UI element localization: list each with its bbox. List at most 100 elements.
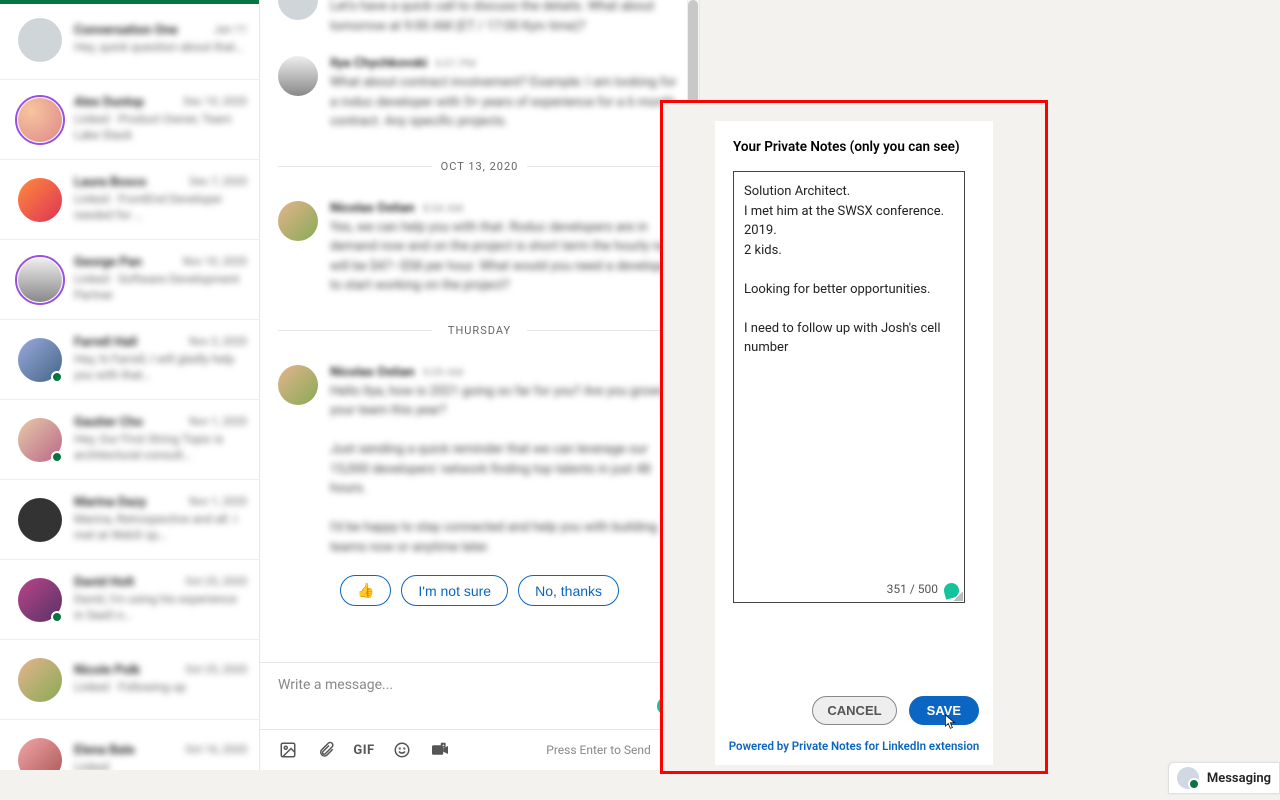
conversation-date: Dec 10, 2020 bbox=[183, 95, 247, 110]
messaging-app: Conversation One Jan 11 Hey, quick questi… bbox=[0, 0, 700, 770]
presence-indicator bbox=[51, 611, 63, 623]
annotation-highlight-border: Your Private Notes (only you can see) 35… bbox=[660, 100, 1048, 774]
conversation-name: Farrell Hall bbox=[74, 335, 137, 350]
svg-text:+: + bbox=[442, 744, 445, 749]
private-notes-box: 351 / 500 bbox=[733, 171, 965, 603]
message-text: Yes, we can help you with that. Roduc de… bbox=[330, 218, 681, 296]
conversation-main: Participant5:44 PM Let's have a quick ca… bbox=[260, 0, 699, 770]
cancel-button[interactable]: CANCEL bbox=[812, 696, 896, 725]
character-counter: 351 / 500 bbox=[887, 582, 938, 596]
conversation-preview: Hey, hi Farrell, I will gladly help you … bbox=[74, 352, 247, 383]
conversation-item[interactable]: Farrell Hall Nov 3, 2020 Hey, hi Farrell,… bbox=[0, 320, 259, 400]
message: Nicolas Ostian 9:09 AM Hello Ilya, how is… bbox=[260, 355, 699, 568]
message-text: Hello Ilya, how is 2021 going so far for… bbox=[330, 382, 681, 558]
conversation-preview: Hey, Our First String Topic is architect… bbox=[74, 432, 247, 463]
powered-by-link[interactable]: Powered by Private Notes for LinkedIn ex… bbox=[715, 739, 993, 753]
conversation-date: Nov 10, 2020 bbox=[183, 255, 247, 270]
messaging-label: Messaging bbox=[1207, 771, 1271, 786]
message: Nicolas Ostian 8:04 AM Yes, we can help y… bbox=[260, 191, 699, 306]
quick-reply-thumbs-up[interactable]: 👍 bbox=[340, 575, 391, 606]
conversation-preview: Hey, quick question about that… bbox=[74, 40, 247, 56]
private-notes-panel: Your Private Notes (only you can see) 35… bbox=[715, 121, 993, 765]
conversation-item[interactable]: Elena Bale Oct 16, 2020 Linked bbox=[0, 720, 259, 770]
conversation-item[interactable]: Nicole Polk Oct 25, 2020 Linked · Followi… bbox=[0, 640, 259, 720]
conversation-item[interactable]: Conversation One Jan 11 Hey, quick questi… bbox=[0, 0, 259, 80]
message-sender: Nicolas Ostian bbox=[330, 201, 415, 216]
message-time: 9:09 AM bbox=[423, 366, 464, 379]
conversation-preview: David, I'm using his experience in SaaS … bbox=[74, 592, 247, 623]
conversation-preview: Linked · Following up bbox=[74, 680, 247, 696]
avatar bbox=[18, 98, 62, 142]
conversation-name: David Holt bbox=[74, 575, 134, 590]
compose-area: Write a message... ︿ G GIF + Press Enter… bbox=[260, 662, 699, 770]
conversation-sidebar: Conversation One Jan 11 Hey, quick questi… bbox=[0, 0, 260, 770]
conversation-preview: Linked bbox=[74, 760, 247, 770]
message-list: Participant5:44 PM Let's have a quick ca… bbox=[260, 0, 699, 662]
image-icon[interactable] bbox=[278, 740, 298, 760]
quick-reply-not-sure[interactable]: I'm not sure bbox=[401, 575, 508, 606]
message-sender: Nicolas Ostian bbox=[330, 365, 415, 380]
avatar bbox=[18, 258, 62, 302]
avatar bbox=[18, 418, 62, 462]
message-text: What about contract involvement? Example… bbox=[330, 73, 681, 132]
gif-icon[interactable]: GIF bbox=[354, 740, 374, 760]
video-icon[interactable]: + bbox=[430, 740, 450, 760]
message-text: Let's have a quick call to discuss the d… bbox=[330, 0, 681, 36]
message-placeholder: Write a message... bbox=[278, 677, 393, 693]
active-conversation-indicator bbox=[0, 0, 260, 4]
conversation-date: Nov 3, 2020 bbox=[189, 335, 247, 350]
conversation-item[interactable]: George Pan Nov 10, 2020 Linked · Software… bbox=[0, 240, 259, 320]
quick-reply-no-thanks[interactable]: No, thanks bbox=[518, 575, 619, 606]
quick-replies: 👍 I'm not sure No, thanks bbox=[260, 567, 699, 620]
avatar bbox=[18, 578, 62, 622]
message-time: 6:01 PM bbox=[435, 57, 475, 70]
conversation-date: Dec 7, 2020 bbox=[190, 175, 247, 190]
avatar bbox=[278, 201, 318, 241]
send-hint: Press Enter to Send bbox=[546, 743, 651, 757]
avatar bbox=[1177, 767, 1199, 789]
compose-toolbar: GIF + Press Enter to Send ••• bbox=[260, 729, 699, 770]
message: Ilya Chychkovski 6:01 PM What about contr… bbox=[260, 46, 699, 142]
conversation-item[interactable]: Marina Dazy Nov 1, 2020 Marina, Retrospec… bbox=[0, 480, 259, 560]
conversation-name: Laura Bosco bbox=[74, 175, 146, 190]
date-separator: THURSDAY bbox=[260, 324, 699, 337]
conversation-preview: Marina, Retrospective and all. I met at … bbox=[74, 512, 247, 543]
conversation-name: Nicole Polk bbox=[74, 663, 140, 678]
conversation-name: Marina Dazy bbox=[74, 495, 146, 510]
conversation-name: Gautier Cho bbox=[74, 415, 143, 430]
private-notes-title: Your Private Notes (only you can see) bbox=[733, 139, 975, 155]
avatar bbox=[18, 658, 62, 702]
conversation-name: Elena Bale bbox=[74, 743, 135, 758]
message-time: 8:04 AM bbox=[423, 202, 464, 215]
textarea-resize-handle[interactable] bbox=[953, 591, 963, 601]
emoji-icon[interactable] bbox=[392, 740, 412, 760]
avatar bbox=[18, 738, 62, 771]
conversation-date: Jan 11 bbox=[214, 23, 247, 38]
attachment-icon[interactable] bbox=[316, 740, 336, 760]
avatar bbox=[18, 18, 62, 62]
presence-indicator bbox=[51, 371, 63, 383]
save-button-label: SAVE bbox=[927, 703, 961, 718]
avatar bbox=[18, 338, 62, 382]
conversation-date: Oct 25, 2020 bbox=[185, 663, 247, 678]
conversation-item[interactable]: Gautier Cho Nov 1, 2020 Hey, Our First St… bbox=[0, 400, 259, 480]
save-button[interactable]: SAVE bbox=[909, 696, 979, 725]
conversation-date: Nov 1, 2020 bbox=[189, 495, 247, 510]
conversation-preview: Linked · Product Owner, Team Lake Stack bbox=[74, 112, 247, 143]
conversation-preview: Linked · Software Development Partner bbox=[74, 272, 247, 303]
message-input[interactable]: Write a message... ︿ G bbox=[260, 663, 699, 729]
conversation-date: Oct 16, 2020 bbox=[185, 743, 247, 758]
message: Participant5:44 PM Let's have a quick ca… bbox=[260, 0, 699, 46]
conversation-item[interactable]: David HoltOct 25, 2020 David, I'm using … bbox=[0, 560, 259, 640]
messaging-dock[interactable]: Messaging bbox=[1168, 762, 1280, 794]
avatar bbox=[278, 0, 318, 20]
conversation-name: Conversation One bbox=[74, 23, 178, 38]
conversation-date: Nov 1, 2020 bbox=[189, 415, 247, 430]
conversation-item[interactable]: Laura BoscoDec 7, 2020 Linked · FrontEnd… bbox=[0, 160, 259, 240]
private-notes-textarea[interactable] bbox=[744, 182, 954, 562]
conversation-name: George Pan bbox=[74, 255, 142, 270]
conversation-item[interactable]: Alex DunlopDec 10, 2020 Linked · Product… bbox=[0, 80, 259, 160]
message-sender: Ilya Chychkovski bbox=[330, 56, 427, 71]
date-separator: OCT 13, 2020 bbox=[260, 160, 699, 173]
avatar bbox=[278, 365, 318, 405]
